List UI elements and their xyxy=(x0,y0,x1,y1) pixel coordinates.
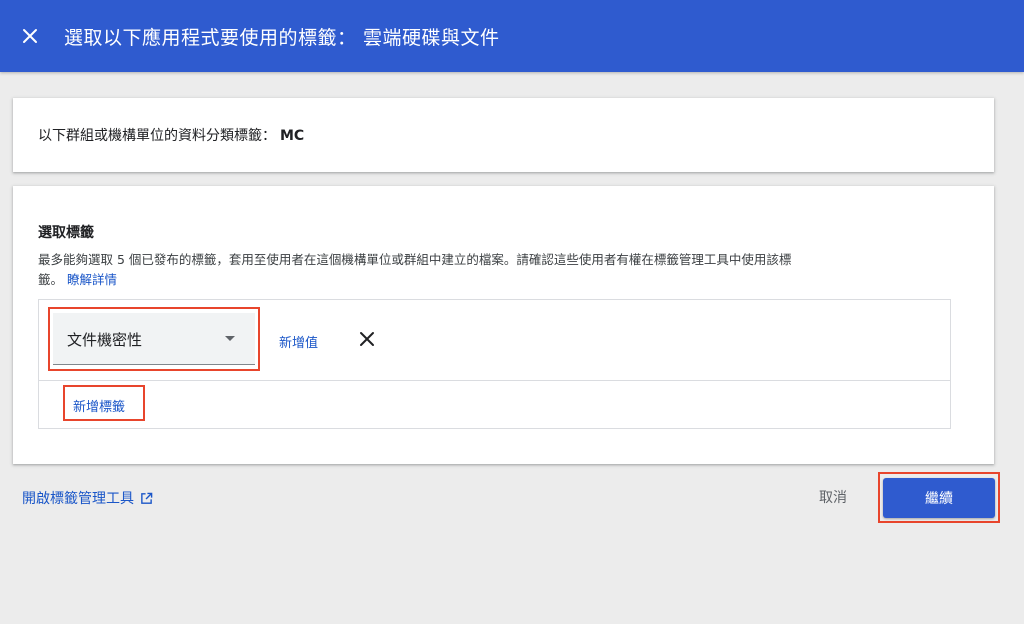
open-label-manager-link[interactable]: 開啟標籤管理工具 xyxy=(22,488,153,508)
cancel-button[interactable]: 取消 xyxy=(805,480,861,514)
add-value-button[interactable]: 新增值 xyxy=(279,332,318,351)
description-text: 最多能夠選取 5 個已發布的標籤，套用至使用者在這個機構單位或群組中建立的檔案。… xyxy=(38,252,792,287)
page-title: 選取以下應用程式要使用的標籤： 雲端硬碟與文件 xyxy=(64,26,500,49)
remove-label-icon[interactable] xyxy=(359,331,375,347)
description: 最多能夠選取 5 個已發布的標籤，套用至使用者在這個機構單位或群組中建立的檔案。… xyxy=(38,250,798,290)
info-text: 以下群組或機構單位的資料分類標籤： MC xyxy=(38,125,304,145)
learn-more-link[interactable]: 瞭解詳情 xyxy=(67,272,117,287)
label-list: 文件機密性 新增值 新增標籤 xyxy=(38,299,951,429)
dropdown-value: 文件機密性 xyxy=(67,331,143,349)
open-tool-label: 開啟標籤管理工具 xyxy=(22,491,134,507)
section-title: 選取標籤 xyxy=(38,225,94,241)
header-bar: 選取以下應用程式要使用的標籤： 雲端硬碟與文件 xyxy=(0,0,1024,72)
info-card: 以下群組或機構單位的資料分類標籤： MC xyxy=(13,98,994,172)
chevron-down-icon xyxy=(225,336,235,341)
add-label-button[interactable]: 新增標籤 xyxy=(73,396,125,415)
org-unit-name: MC xyxy=(280,128,305,144)
external-link-icon xyxy=(141,492,153,504)
info-label: 以下群組或機構單位的資料分類標籤： xyxy=(38,128,276,144)
select-label-card: 選取標籤 最多能夠選取 5 個已發布的標籤，套用至使用者在這個機構單位或群組中建… xyxy=(13,186,994,464)
close-icon xyxy=(23,29,37,43)
close-button[interactable] xyxy=(20,26,40,46)
continue-button[interactable]: 繼續 xyxy=(883,478,995,518)
label-dropdown[interactable]: 文件機密性 xyxy=(53,313,255,365)
label-row: 文件機密性 新增值 xyxy=(39,300,950,381)
